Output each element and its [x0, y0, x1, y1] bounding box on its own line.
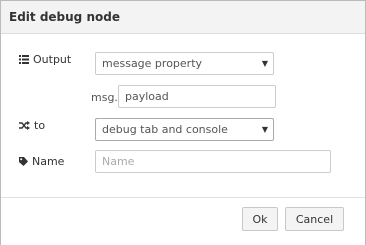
name-input[interactable]: Name [95, 150, 331, 173]
to-label: to [34, 119, 46, 132]
to-select-value: debug tab and console [102, 123, 228, 136]
name-label: Name [32, 155, 65, 168]
output-select-value: message property [102, 57, 203, 70]
list-icon [19, 55, 29, 64]
dialog-footer: Ok Cancel [1, 197, 365, 245]
caret-down-icon: ▼ [261, 125, 268, 134]
dialog-titlebar: Edit debug node [1, 1, 365, 34]
caret-down-icon: ▼ [261, 59, 268, 68]
dialog-title: Edit debug node [9, 10, 120, 24]
shuffle-icon [19, 121, 30, 130]
name-input-placeholder: Name [102, 155, 135, 168]
to-label-group: to [19, 119, 45, 132]
output-select[interactable]: message property ▼ [95, 52, 274, 75]
msg-property-input[interactable]: payload [118, 85, 276, 108]
msg-prefix: msg. [91, 91, 118, 104]
output-label-group: Output [19, 53, 71, 66]
ok-button[interactable]: Ok [242, 207, 278, 231]
msg-property-value: payload [125, 90, 169, 103]
tag-icon [19, 157, 28, 166]
name-label-group: Name [19, 155, 64, 168]
edit-debug-node-dialog: Edit debug node Output message property … [0, 0, 366, 245]
output-label: Output [33, 53, 72, 66]
to-select[interactable]: debug tab and console ▼ [95, 118, 274, 141]
cancel-button[interactable]: Cancel [285, 207, 344, 231]
